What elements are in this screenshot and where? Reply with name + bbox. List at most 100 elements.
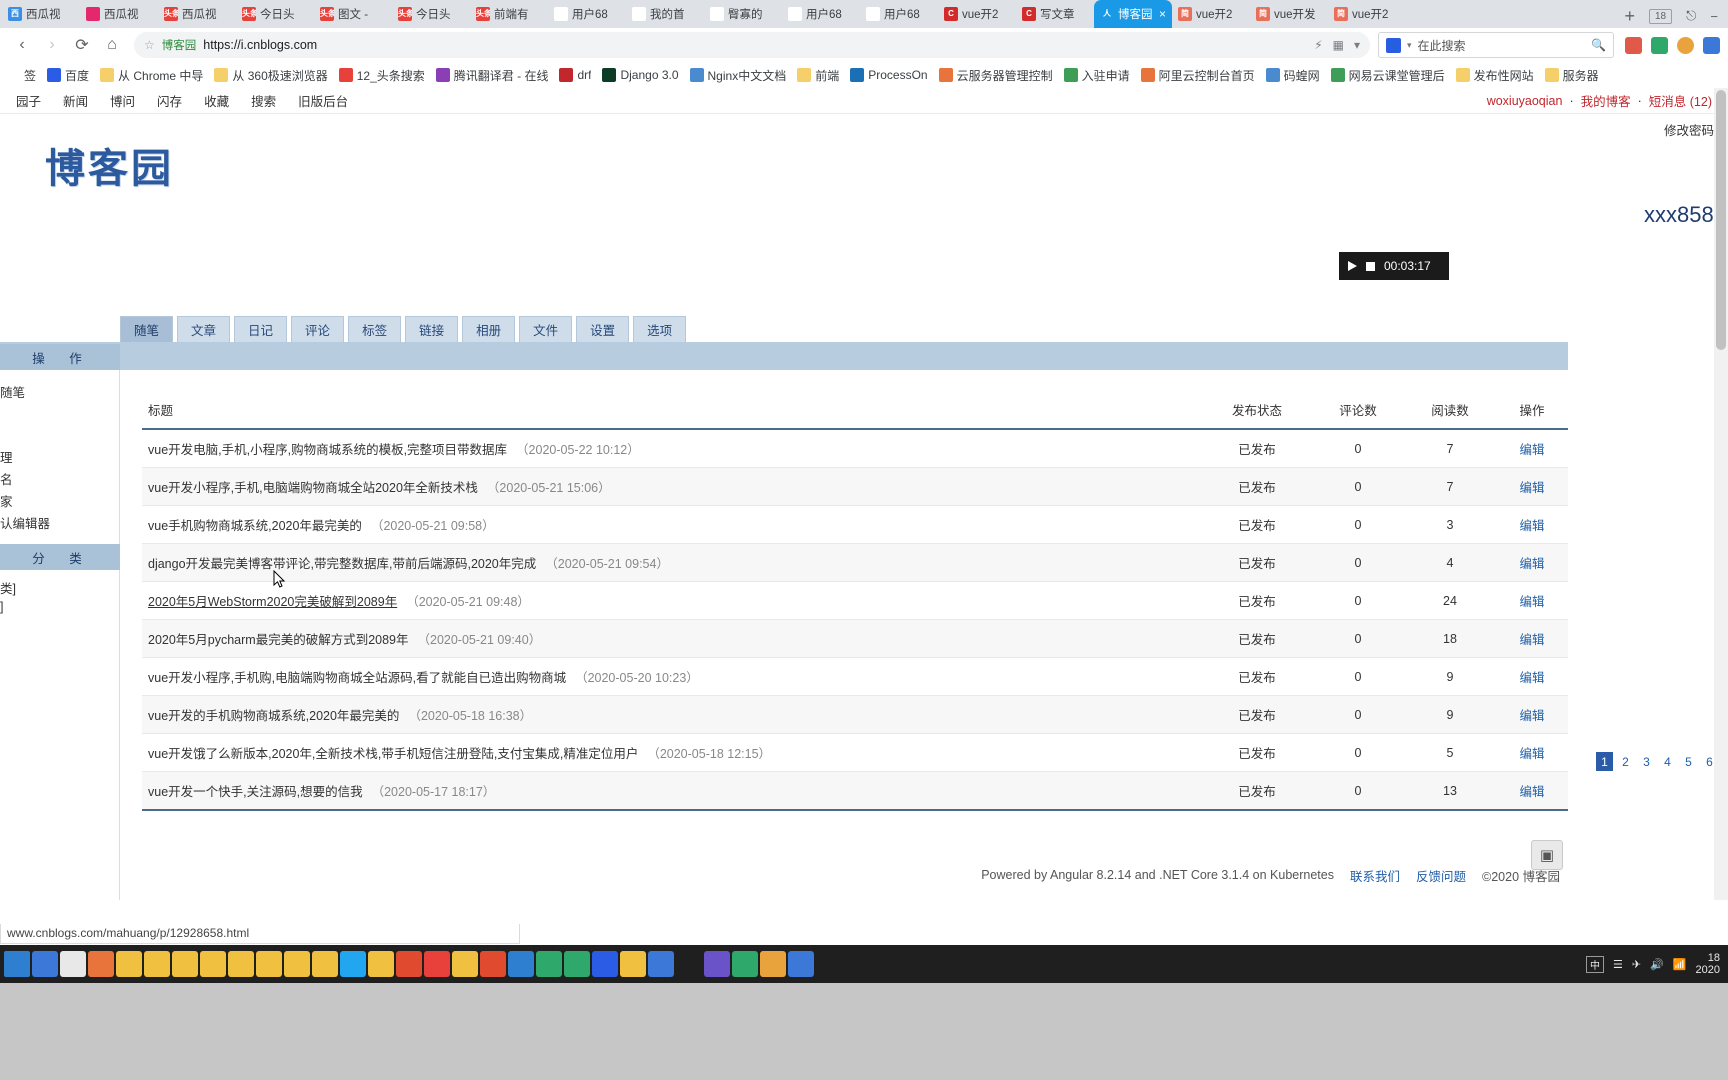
page-button-1[interactable]: 1 <box>1596 752 1613 771</box>
bookmark-2[interactable]: 从 Chrome 中导 <box>100 67 203 84</box>
post-title-link[interactable]: django开发最完美博客带评论,带完整数据库,带前后端源码,2020年完成 <box>148 557 536 571</box>
page-button-4[interactable]: 4 <box>1659 752 1676 771</box>
edit-link[interactable]: 编辑 <box>1519 443 1544 457</box>
record-play-icon[interactable] <box>1348 261 1357 271</box>
header-ops[interactable]: 操作 <box>1496 392 1568 430</box>
extension-icon-4[interactable] <box>1703 36 1720 54</box>
search-engine-caret-icon[interactable]: ▾ <box>1407 40 1412 51</box>
table-row[interactable]: 2020年5月pycharm最完美的破解方式到2089年 （2020-05-21 … <box>142 619 1568 658</box>
post-title-link[interactable]: vue开发小程序,手机,电脑端购物商城全站2020年全新技术栈 <box>148 481 478 495</box>
back-button[interactable]: ‹ <box>8 31 36 59</box>
sidebar-cat-0[interactable]: 类] <box>0 578 120 597</box>
browser-tab-16[interactable]: 简 vue开发 <box>1250 0 1328 28</box>
forward-button[interactable]: › <box>38 31 66 59</box>
edit-link[interactable]: 编辑 <box>1519 595 1544 609</box>
taskbar-icon-4[interactable] <box>144 951 170 977</box>
bookmark-15[interactable]: 网易云课堂管理后 <box>1330 67 1445 84</box>
bookmark-11[interactable]: 云服务器管理控制 <box>938 67 1053 84</box>
close-icon[interactable]: × <box>1159 7 1166 21</box>
network-icon[interactable]: 📶 <box>1673 958 1687 971</box>
start-button-icon[interactable] <box>4 951 30 977</box>
bookmark-6[interactable]: drf <box>559 68 591 82</box>
chevron-down-icon[interactable]: ▾ <box>1354 38 1360 52</box>
edit-link[interactable]: 编辑 <box>1519 709 1544 723</box>
browser-tab-15[interactable]: 简 vue开2 <box>1172 0 1250 28</box>
header-title[interactable]: 标题 <box>142 392 1202 430</box>
bookmark-4[interactable]: 12_头条搜索 <box>338 67 425 84</box>
address-bar[interactable]: ☆ 博客园 https://i.cnblogs.com ⚡ ▦ ▾ <box>134 32 1370 58</box>
taskbar-icon-27[interactable] <box>788 951 814 977</box>
site-nav-item-5[interactable]: 搜索 <box>251 91 276 110</box>
bookmark-16[interactable]: 发布性网站 <box>1455 67 1534 84</box>
tray-icon-2[interactable]: ✈ <box>1632 958 1641 971</box>
site-nav-item-4[interactable]: 收藏 <box>204 91 229 110</box>
edit-link[interactable]: 编辑 <box>1519 519 1544 533</box>
footer-feedback-link[interactable]: 反馈问题 <box>1416 866 1466 885</box>
bookmark-8[interactable]: Nginx中文文档 <box>689 67 786 84</box>
browser-tab-10[interactable]: ◉ 用户68 <box>782 0 860 28</box>
taskbar-icon-25[interactable] <box>732 951 758 977</box>
search-box[interactable]: 🐾 ▾ 在此搜索 🔍 <box>1378 32 1614 58</box>
page-scrollbar[interactable] <box>1714 88 1728 900</box>
table-row[interactable]: vue开发小程序,手机购,电脑端购物商城全站源码,看了就能自已造出购物商城 （20… <box>142 657 1568 696</box>
taskbar-icon-12[interactable] <box>368 951 394 977</box>
browser-tab-4[interactable]: 头条 图文 - <box>314 0 392 28</box>
browser-tab-14[interactable]: 人博客园 × <box>1094 0 1172 28</box>
browser-tab-6[interactable]: 头条 前端有 <box>470 0 548 28</box>
scrollbar-thumb[interactable] <box>1716 90 1726 350</box>
tab-文章[interactable]: 文章 <box>177 316 231 342</box>
browser-tab-8[interactable]: ◉ 我的首 <box>626 0 704 28</box>
sidebar-item-0[interactable]: 随笔 <box>0 382 120 401</box>
record-stop-icon[interactable] <box>1366 261 1375 271</box>
tab-随笔[interactable]: 随笔 <box>120 316 174 342</box>
taskbar-icon-26[interactable] <box>760 951 786 977</box>
taskbar-icon-22[interactable] <box>648 951 674 977</box>
search-input[interactable]: 在此搜索 <box>1418 37 1466 54</box>
ime-indicator[interactable]: 中 <box>1586 955 1605 973</box>
post-title-link[interactable]: vue手机购物商城系统,2020年最完美的 <box>148 519 362 533</box>
search-icon[interactable]: 🔍 <box>1591 38 1606 52</box>
taskbar-icon-23[interactable] <box>676 951 702 977</box>
edit-link[interactable]: 编辑 <box>1519 633 1544 647</box>
table-row[interactable]: django开发最完美博客带评论,带完整数据库,带前后端源码,2020年完成 （2… <box>142 543 1568 582</box>
bookmark-14[interactable]: 码蝗网 <box>1265 67 1320 84</box>
taskbar-icon-10[interactable] <box>312 951 338 977</box>
bookmark-0[interactable]: 签 <box>6 67 36 84</box>
volume-icon[interactable]: 🔊 <box>1650 958 1664 971</box>
table-row[interactable]: vue开发饿了么新版本,2020年,全新技术栈,带手机短信注册登陆,支付宝集成,… <box>142 733 1568 772</box>
browser-tab-12[interactable]: Cvue开2 <box>938 0 1016 28</box>
edit-link[interactable]: 编辑 <box>1519 785 1544 799</box>
browser-tab-11[interactable]: ◉ 用户68 <box>860 0 938 28</box>
tab-设置[interactable]: 设置 <box>576 316 630 342</box>
table-row[interactable]: vue开发小程序,手机,电脑端购物商城全站2020年全新技术栈 （2020-05-… <box>142 467 1568 506</box>
post-title-link[interactable]: vue开发一个快手,关注源码,想要的信我 <box>148 785 363 799</box>
taskbar-icon-8[interactable] <box>256 951 282 977</box>
address-bar-url[interactable]: https://i.cnblogs.com <box>203 38 317 52</box>
taskbar-icon-21[interactable] <box>620 951 646 977</box>
taskbar-icon-19[interactable] <box>564 951 590 977</box>
taskbar-icon-17[interactable] <box>508 951 534 977</box>
my-blog-link[interactable]: 我的博客 <box>1581 91 1631 110</box>
sidebar-item-4[interactable]: 认编辑器 <box>0 513 120 532</box>
page-button-2[interactable]: 2 <box>1617 752 1634 771</box>
tab-标签[interactable]: 标签 <box>348 316 402 342</box>
tab-评论[interactable]: 评论 <box>291 316 345 342</box>
taskbar-icon-16[interactable] <box>480 951 506 977</box>
tab-list-icon[interactable]: ⎋ <box>1686 8 1696 24</box>
tab-选项[interactable]: 选项 <box>633 316 687 342</box>
bookmark-star-icon[interactable]: ☆ <box>144 38 155 52</box>
reload-button[interactable]: ⟳ <box>68 31 96 59</box>
extension-icon-1[interactable] <box>1625 36 1642 54</box>
sidebar-cat-1[interactable]: ] <box>0 600 120 614</box>
table-row[interactable]: vue开发电脑,手机,小程序,购物商城系统的模板,完整项目带数据库 （2020-0… <box>142 429 1568 468</box>
home-button[interactable]: ⌂ <box>98 31 126 59</box>
tab-count-badge[interactable]: 18 <box>1648 8 1673 24</box>
messages-link[interactable]: 短消息 (12) <box>1649 91 1712 110</box>
table-row[interactable]: 2020年5月WebStorm2020完美破解到2089年 （2020-05-21… <box>142 581 1568 620</box>
sidebar-item-2[interactable]: 名 <box>0 469 120 488</box>
extension-icon-2[interactable] <box>1651 36 1668 54</box>
site-nav-item-2[interactable]: 博问 <box>110 91 135 110</box>
bookmark-13[interactable]: 阿里云控制台首页 <box>1140 67 1255 84</box>
taskbar-icon-0[interactable] <box>32 951 58 977</box>
taskbar-icon-1[interactable] <box>60 951 86 977</box>
